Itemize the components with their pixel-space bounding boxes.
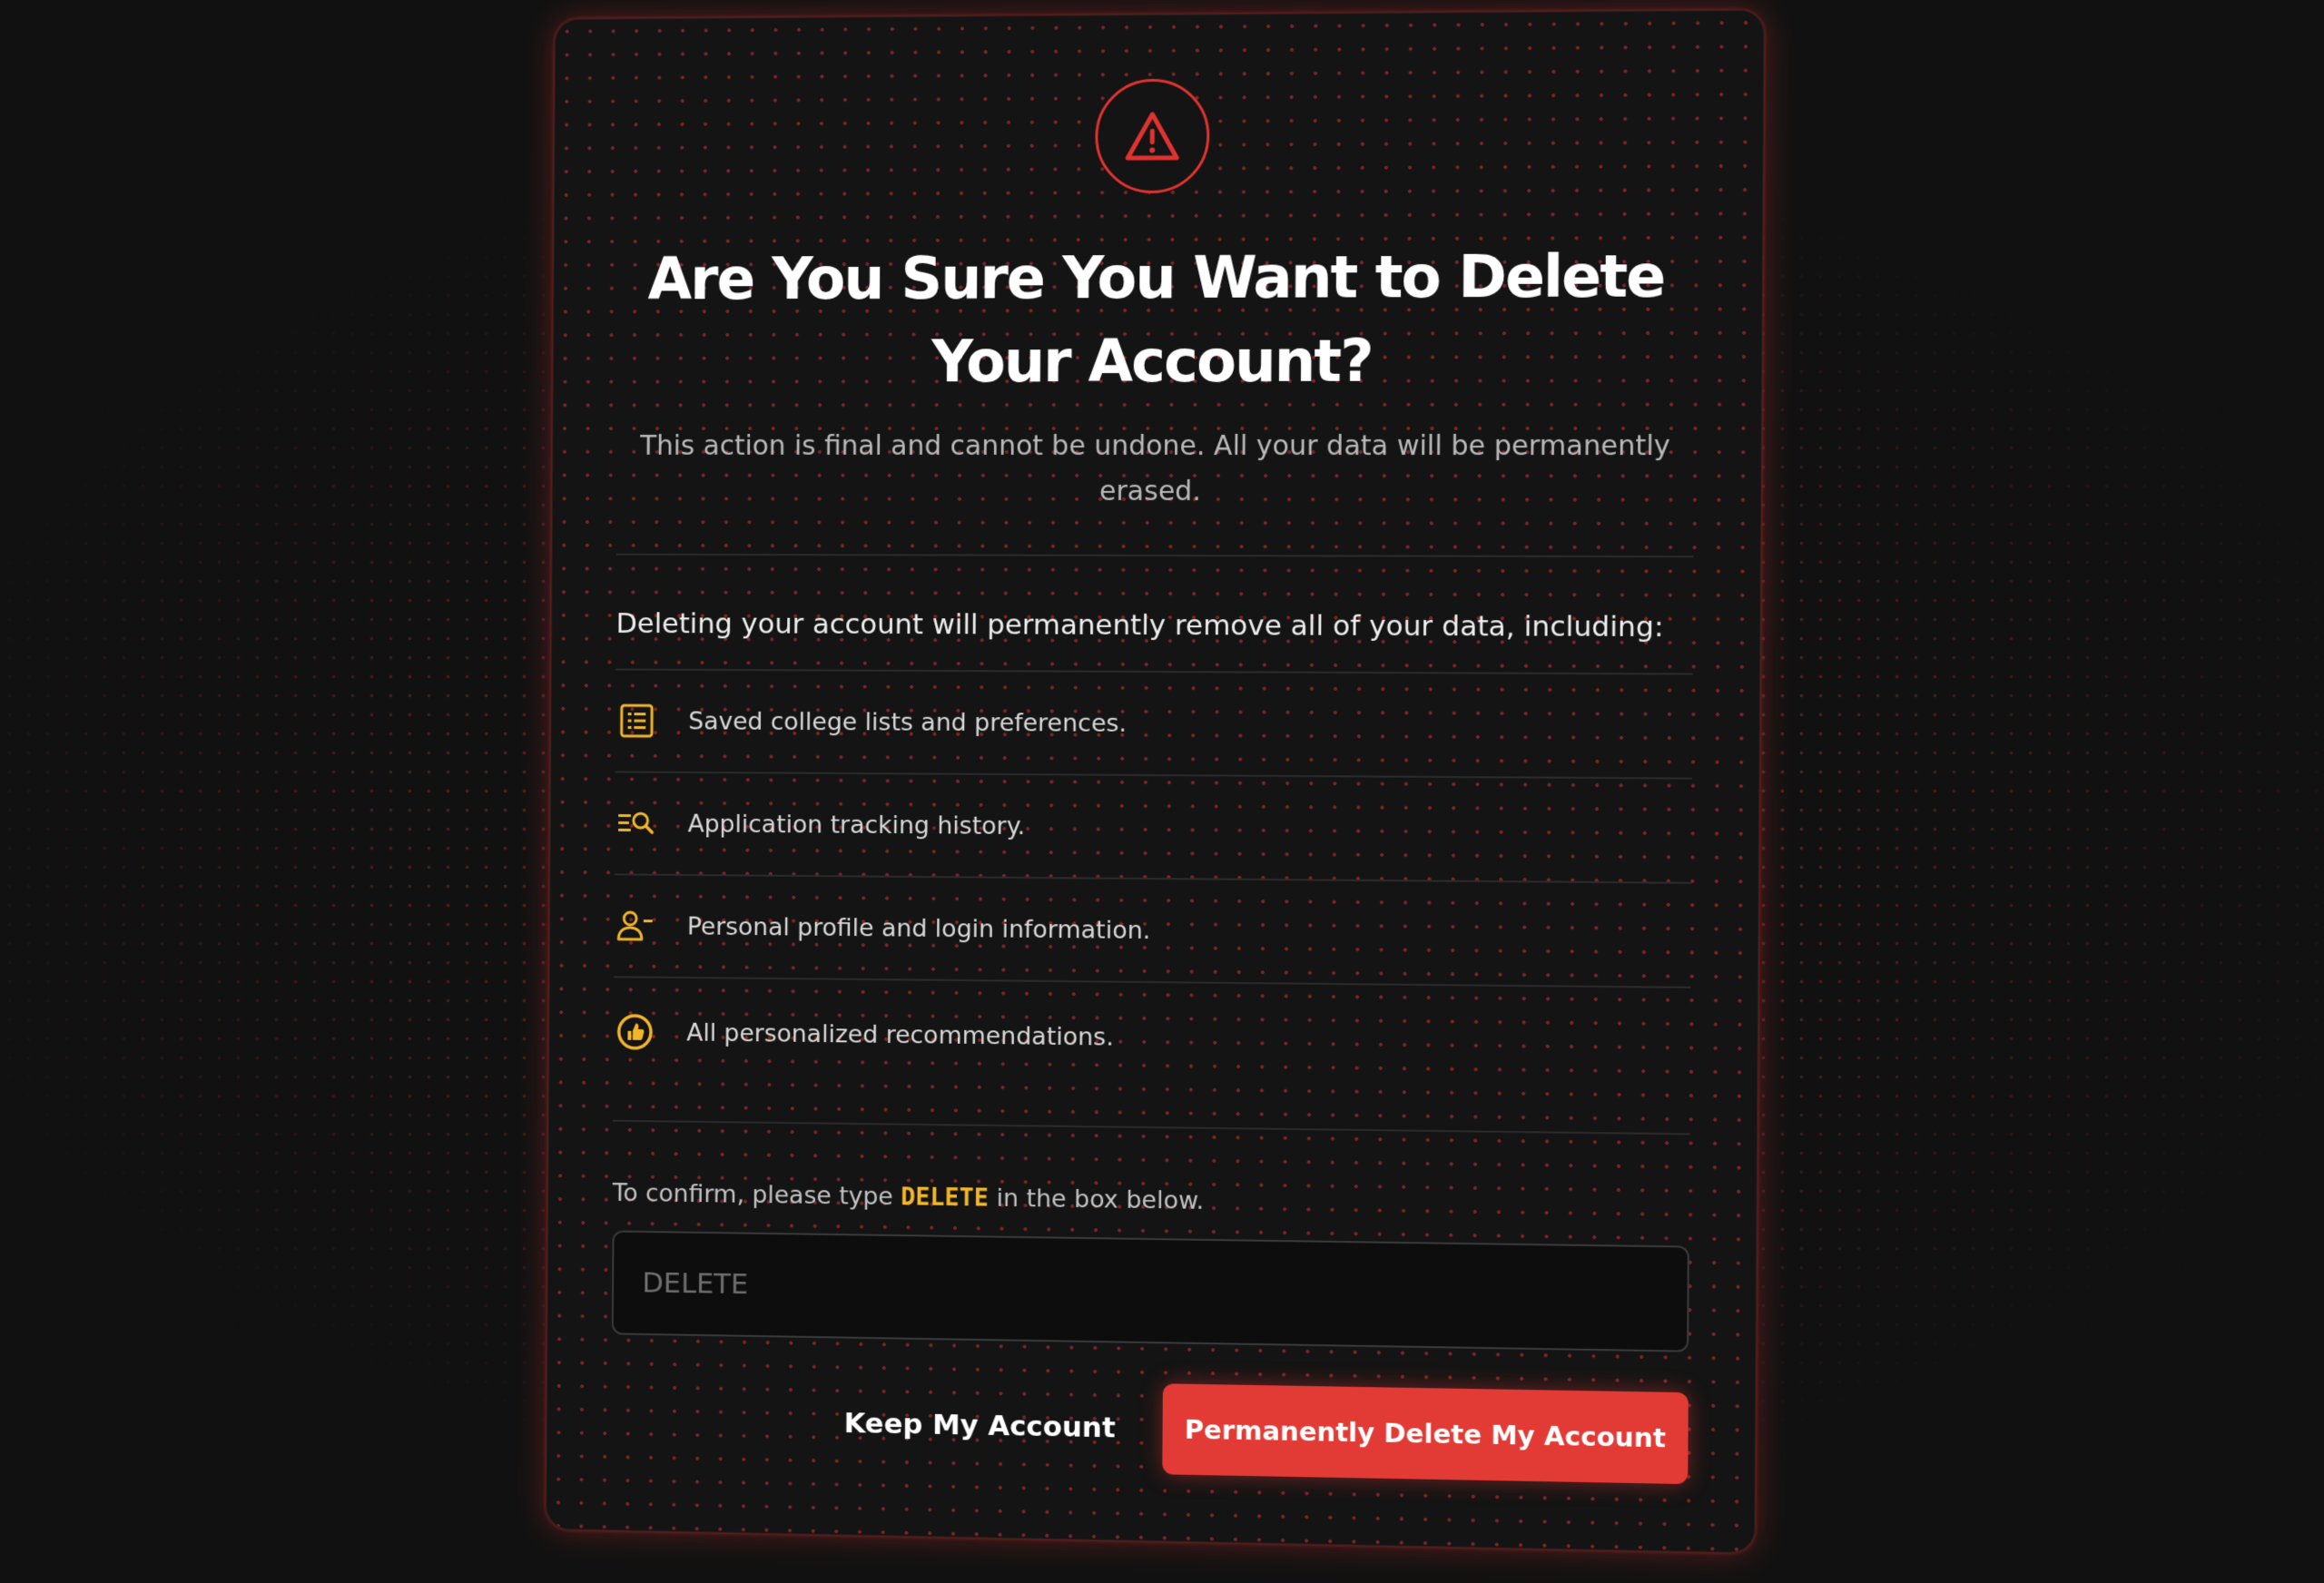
- confirm-delete-input[interactable]: [611, 1230, 1689, 1352]
- list-item-label: Saved college lists and preferences.: [688, 707, 1128, 738]
- delete-account-button[interactable]: Permanently Delete My Account: [1162, 1383, 1689, 1485]
- thumbs-up-icon: [614, 1010, 656, 1054]
- keep-account-button[interactable]: Keep My Account: [843, 1407, 1115, 1444]
- divider: [615, 553, 1694, 558]
- user-minus-icon: [614, 904, 656, 948]
- dialog-subtitle: This action is final and cannot be undon…: [640, 429, 1670, 508]
- list-item: All personalized recommendations.: [613, 978, 1690, 1098]
- dialog-actions: Keep My Account Permanently Delete My Ac…: [611, 1374, 1689, 1485]
- divider: [613, 1119, 1690, 1136]
- confirm-suffix: in the box below.: [996, 1184, 1205, 1215]
- search-list-icon: [615, 801, 657, 845]
- dialog-content: Are You Sure You Want to Delete Your Acc…: [547, 11, 1764, 1552]
- deletion-intro: Deleting your account will permanently r…: [615, 607, 1664, 644]
- list-item-label: Application tracking history.: [687, 810, 1026, 841]
- list-item-label: All personalized recommendations.: [686, 1018, 1114, 1052]
- delete-account-dialog: Are You Sure You Want to Delete Your Acc…: [546, 9, 1765, 1554]
- deletion-items-list: Saved college lists and preferences. App…: [613, 668, 1693, 1099]
- list-item: Personal profile and login information.: [614, 875, 1692, 988]
- confirm-instruction: To confirm, please type DELETE in the bo…: [613, 1179, 1690, 1222]
- confirm-prefix: To confirm, please type: [612, 1179, 893, 1212]
- dialog-title: Are You Sure You Want to Delete Your Acc…: [647, 243, 1665, 397]
- confirm-keyword: DELETE: [901, 1183, 990, 1213]
- warning-icon: [1095, 78, 1210, 194]
- list-item: Application tracking history.: [614, 772, 1693, 884]
- list-item: Saved college lists and preferences.: [615, 670, 1693, 780]
- list-icon: [615, 699, 658, 742]
- list-item-label: Personal profile and login information.: [686, 912, 1151, 945]
